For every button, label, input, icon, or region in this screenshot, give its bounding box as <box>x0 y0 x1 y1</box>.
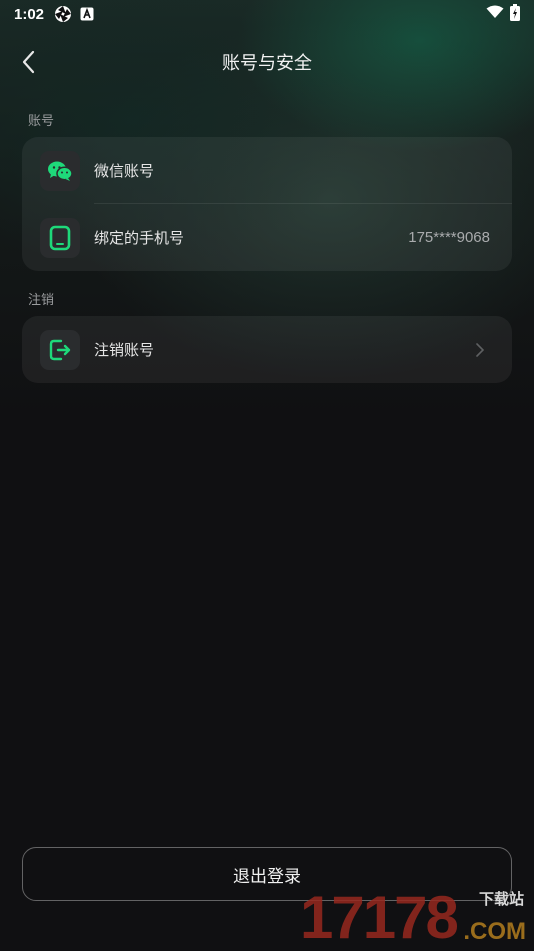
nav-header: 账号与安全 <box>0 38 534 86</box>
logout-icon <box>40 329 80 370</box>
wifi-icon <box>486 5 504 23</box>
phone-icon <box>40 217 80 258</box>
battery-charging-icon <box>510 3 520 25</box>
status-bar: 1:02 <box>0 0 534 28</box>
chevron-right-icon <box>476 342 494 357</box>
watermark-site-text: 下载站 <box>478 890 524 908</box>
status-time: 1:02 <box>14 5 45 23</box>
section-label-cancel: 注销 <box>28 293 55 308</box>
wechat-icon <box>40 150 80 191</box>
watermark-number: 17178 <box>300 884 459 951</box>
section-label-account: 账号 <box>28 114 55 129</box>
page-title: 账号与安全 <box>222 53 312 74</box>
watermark-logo: 17178 下载站 .COM <box>300 888 530 948</box>
aperture-icon <box>54 5 72 23</box>
account-card: 微信账号 绑定的手机号 175****9068 <box>22 137 512 271</box>
wechat-account-row[interactable]: 微信账号 <box>22 137 512 204</box>
cancel-account-label: 注销账号 <box>94 341 155 359</box>
cancel-account-row[interactable]: 注销账号 <box>22 316 512 383</box>
back-button[interactable] <box>14 48 42 76</box>
a-badge-icon <box>80 7 94 21</box>
cancel-card: 注销账号 <box>22 316 512 383</box>
watermark-suffix: .COM <box>463 918 526 945</box>
bound-phone-value: 175****9068 <box>408 229 490 246</box>
chevron-left-icon <box>22 50 35 74</box>
wechat-account-label: 微信账号 <box>94 162 155 180</box>
bound-phone-label: 绑定的手机号 <box>94 229 185 247</box>
bound-phone-row[interactable]: 绑定的手机号 175****9068 <box>22 204 512 271</box>
